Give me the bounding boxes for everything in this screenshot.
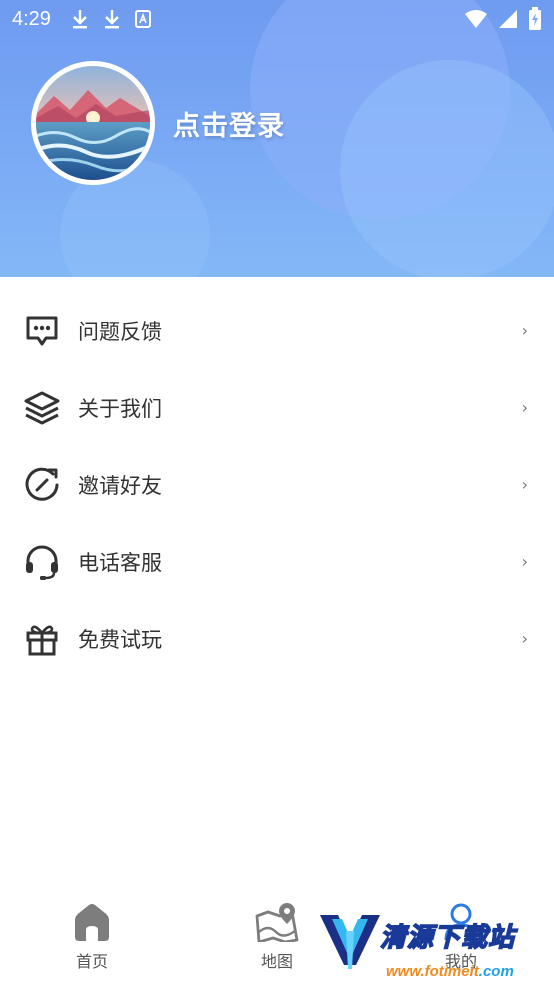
menu-item-label: 问题反馈 xyxy=(78,319,162,344)
settings-menu: 问题反馈 › 关于我们 › 邀请好友 › 电话客服 › 免费试玩 › xyxy=(0,277,554,677)
chevron-right-icon: › xyxy=(521,629,528,648)
watermark-url-main: www.fotimeit xyxy=(386,963,479,980)
map-icon xyxy=(255,903,299,942)
watermark-url: www.fotimeit.com xyxy=(386,963,514,980)
gift-icon xyxy=(22,619,62,659)
menu-item-label: 电话客服 xyxy=(78,550,162,575)
avatar[interactable] xyxy=(31,61,155,185)
signal-icon xyxy=(499,10,517,28)
wifi-icon xyxy=(465,10,487,28)
landscape-avatar-image xyxy=(36,66,150,180)
status-time: 4:29 xyxy=(12,7,51,30)
chevron-right-icon: › xyxy=(521,552,528,571)
chevron-right-icon: › xyxy=(521,321,528,340)
nav-tab-map[interactable]: 地图 xyxy=(232,902,322,972)
status-bar: 4:29 xyxy=(0,0,554,38)
download-icon xyxy=(104,10,119,29)
watermark-emblem-icon xyxy=(320,915,380,969)
headset-icon xyxy=(22,542,62,582)
message-dots-icon xyxy=(22,311,62,351)
watermark-url-tld: .com xyxy=(478,963,514,980)
nav-tab-label: 地图 xyxy=(260,952,293,971)
watermark-text: 清源下载站 xyxy=(379,922,516,954)
home-icon xyxy=(75,904,109,941)
chevron-right-icon: › xyxy=(521,398,528,417)
profile-header: 4:29 点击登录 xyxy=(0,0,554,277)
login-prompt[interactable]: 点击登录 xyxy=(173,104,285,143)
menu-item-label: 免费试玩 xyxy=(78,627,162,652)
layers-icon xyxy=(22,388,62,428)
menu-item-about[interactable]: 关于我们 › xyxy=(0,369,554,446)
menu-item-label: 关于我们 xyxy=(78,396,162,421)
chevron-right-icon: › xyxy=(521,475,528,494)
menu-item-customer-service[interactable]: 电话客服 › xyxy=(0,523,554,600)
menu-item-feedback[interactable]: 问题反馈 › xyxy=(0,292,554,369)
nav-tab-home[interactable]: 首页 xyxy=(47,902,137,972)
watermark-logo: 清源下载站 www.fotimeit.com xyxy=(318,905,548,984)
decorative-circle xyxy=(340,60,554,277)
nav-tab-label: 首页 xyxy=(75,952,108,971)
menu-item-label: 邀请好友 xyxy=(78,473,162,498)
refresh-arrow-icon xyxy=(22,465,62,505)
menu-item-invite[interactable]: 邀请好友 › xyxy=(0,446,554,523)
keyboard-icon xyxy=(134,10,151,28)
menu-item-free-trial[interactable]: 免费试玩 › xyxy=(0,600,554,677)
battery-icon xyxy=(529,7,541,30)
download-icon xyxy=(72,10,87,29)
